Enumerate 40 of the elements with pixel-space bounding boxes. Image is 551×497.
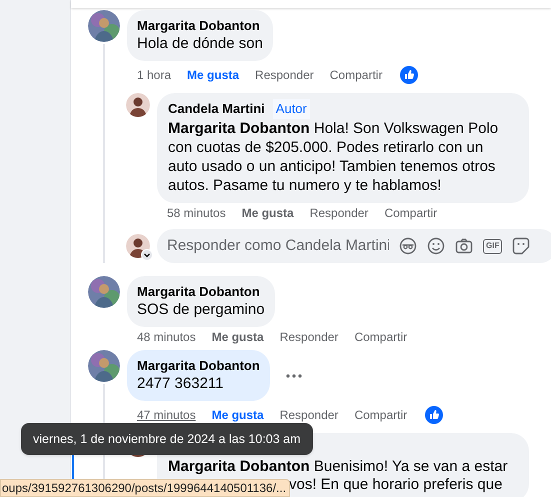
share-link[interactable]: Compartir — [354, 406, 408, 424]
comment-text: 2477 363211 — [137, 374, 224, 394]
avatar[interactable] — [88, 10, 120, 42]
comment-time[interactable]: 48 minutos — [137, 328, 196, 346]
comment-text: Margarita Dobanton Buenisimo! Ya se van a estar — [168, 457, 508, 476]
gif-button[interactable]: GIF — [483, 238, 502, 254]
comment-text: Margarita Dobanton Hola! Son Volkswagen Polo con cuotas de $205.000. Podes retirarlo con un auto usado o un anticipo! Tambien tenemos otros autos. Pasame tu numero y te hablamos! — [168, 119, 500, 195]
reply-link[interactable]: Responder — [310, 204, 368, 222]
reply-link[interactable]: Responder — [280, 406, 338, 424]
share-link[interactable]: Compartir — [330, 66, 382, 84]
like-link[interactable]: Me gusta — [212, 328, 264, 346]
more-options-icon[interactable] — [286, 374, 302, 378]
camera-icon[interactable] — [455, 237, 473, 255]
reply-link[interactable]: Responder — [280, 328, 338, 346]
emoji-icon[interactable] — [427, 237, 445, 255]
share-link[interactable]: Compartir — [354, 328, 408, 346]
like-link[interactable]: Me gusta — [212, 406, 264, 424]
comment-time[interactable]: 1 hora — [137, 66, 172, 84]
avatar[interactable] — [88, 350, 120, 382]
author-name[interactable]: Margarita Dobanton — [137, 283, 265, 300]
chevron-icon[interactable] — [141, 249, 153, 261]
date-tooltip: viernes, 1 de noviembre de 2024 a las 10:03 am — [21, 423, 313, 455]
reply-field[interactable]: Responder como Candela Martini GIF — [157, 229, 551, 263]
comment-time[interactable]: 58 minutos — [167, 204, 226, 222]
author-name[interactable]: Margarita Dobanton — [137, 357, 260, 374]
avatar-sticker-icon[interactable] — [399, 237, 417, 255]
comment-time[interactable]: 47 minutos — [137, 406, 196, 424]
comment-text: SOS de pergamino — [137, 300, 265, 320]
like-link[interactable]: Me gusta — [242, 204, 294, 222]
author-name[interactable]: Candela Martini — [168, 99, 265, 119]
like-link[interactable]: Me gusta — [187, 66, 240, 84]
comment-text: Hola de dónde son — [137, 34, 263, 54]
share-link[interactable]: Compartir — [384, 204, 438, 222]
sticker-icon[interactable] — [512, 237, 530, 255]
reply-link[interactable]: Responder — [255, 66, 314, 84]
status-url: oups/391592761306290/posts/1999644140501136/... — [0, 479, 290, 497]
avatar[interactable] — [126, 93, 150, 117]
avatar[interactable] — [88, 276, 120, 308]
author-name[interactable]: Margarita Dobanton — [137, 17, 263, 34]
author-badge: Autor — [272, 99, 310, 119]
